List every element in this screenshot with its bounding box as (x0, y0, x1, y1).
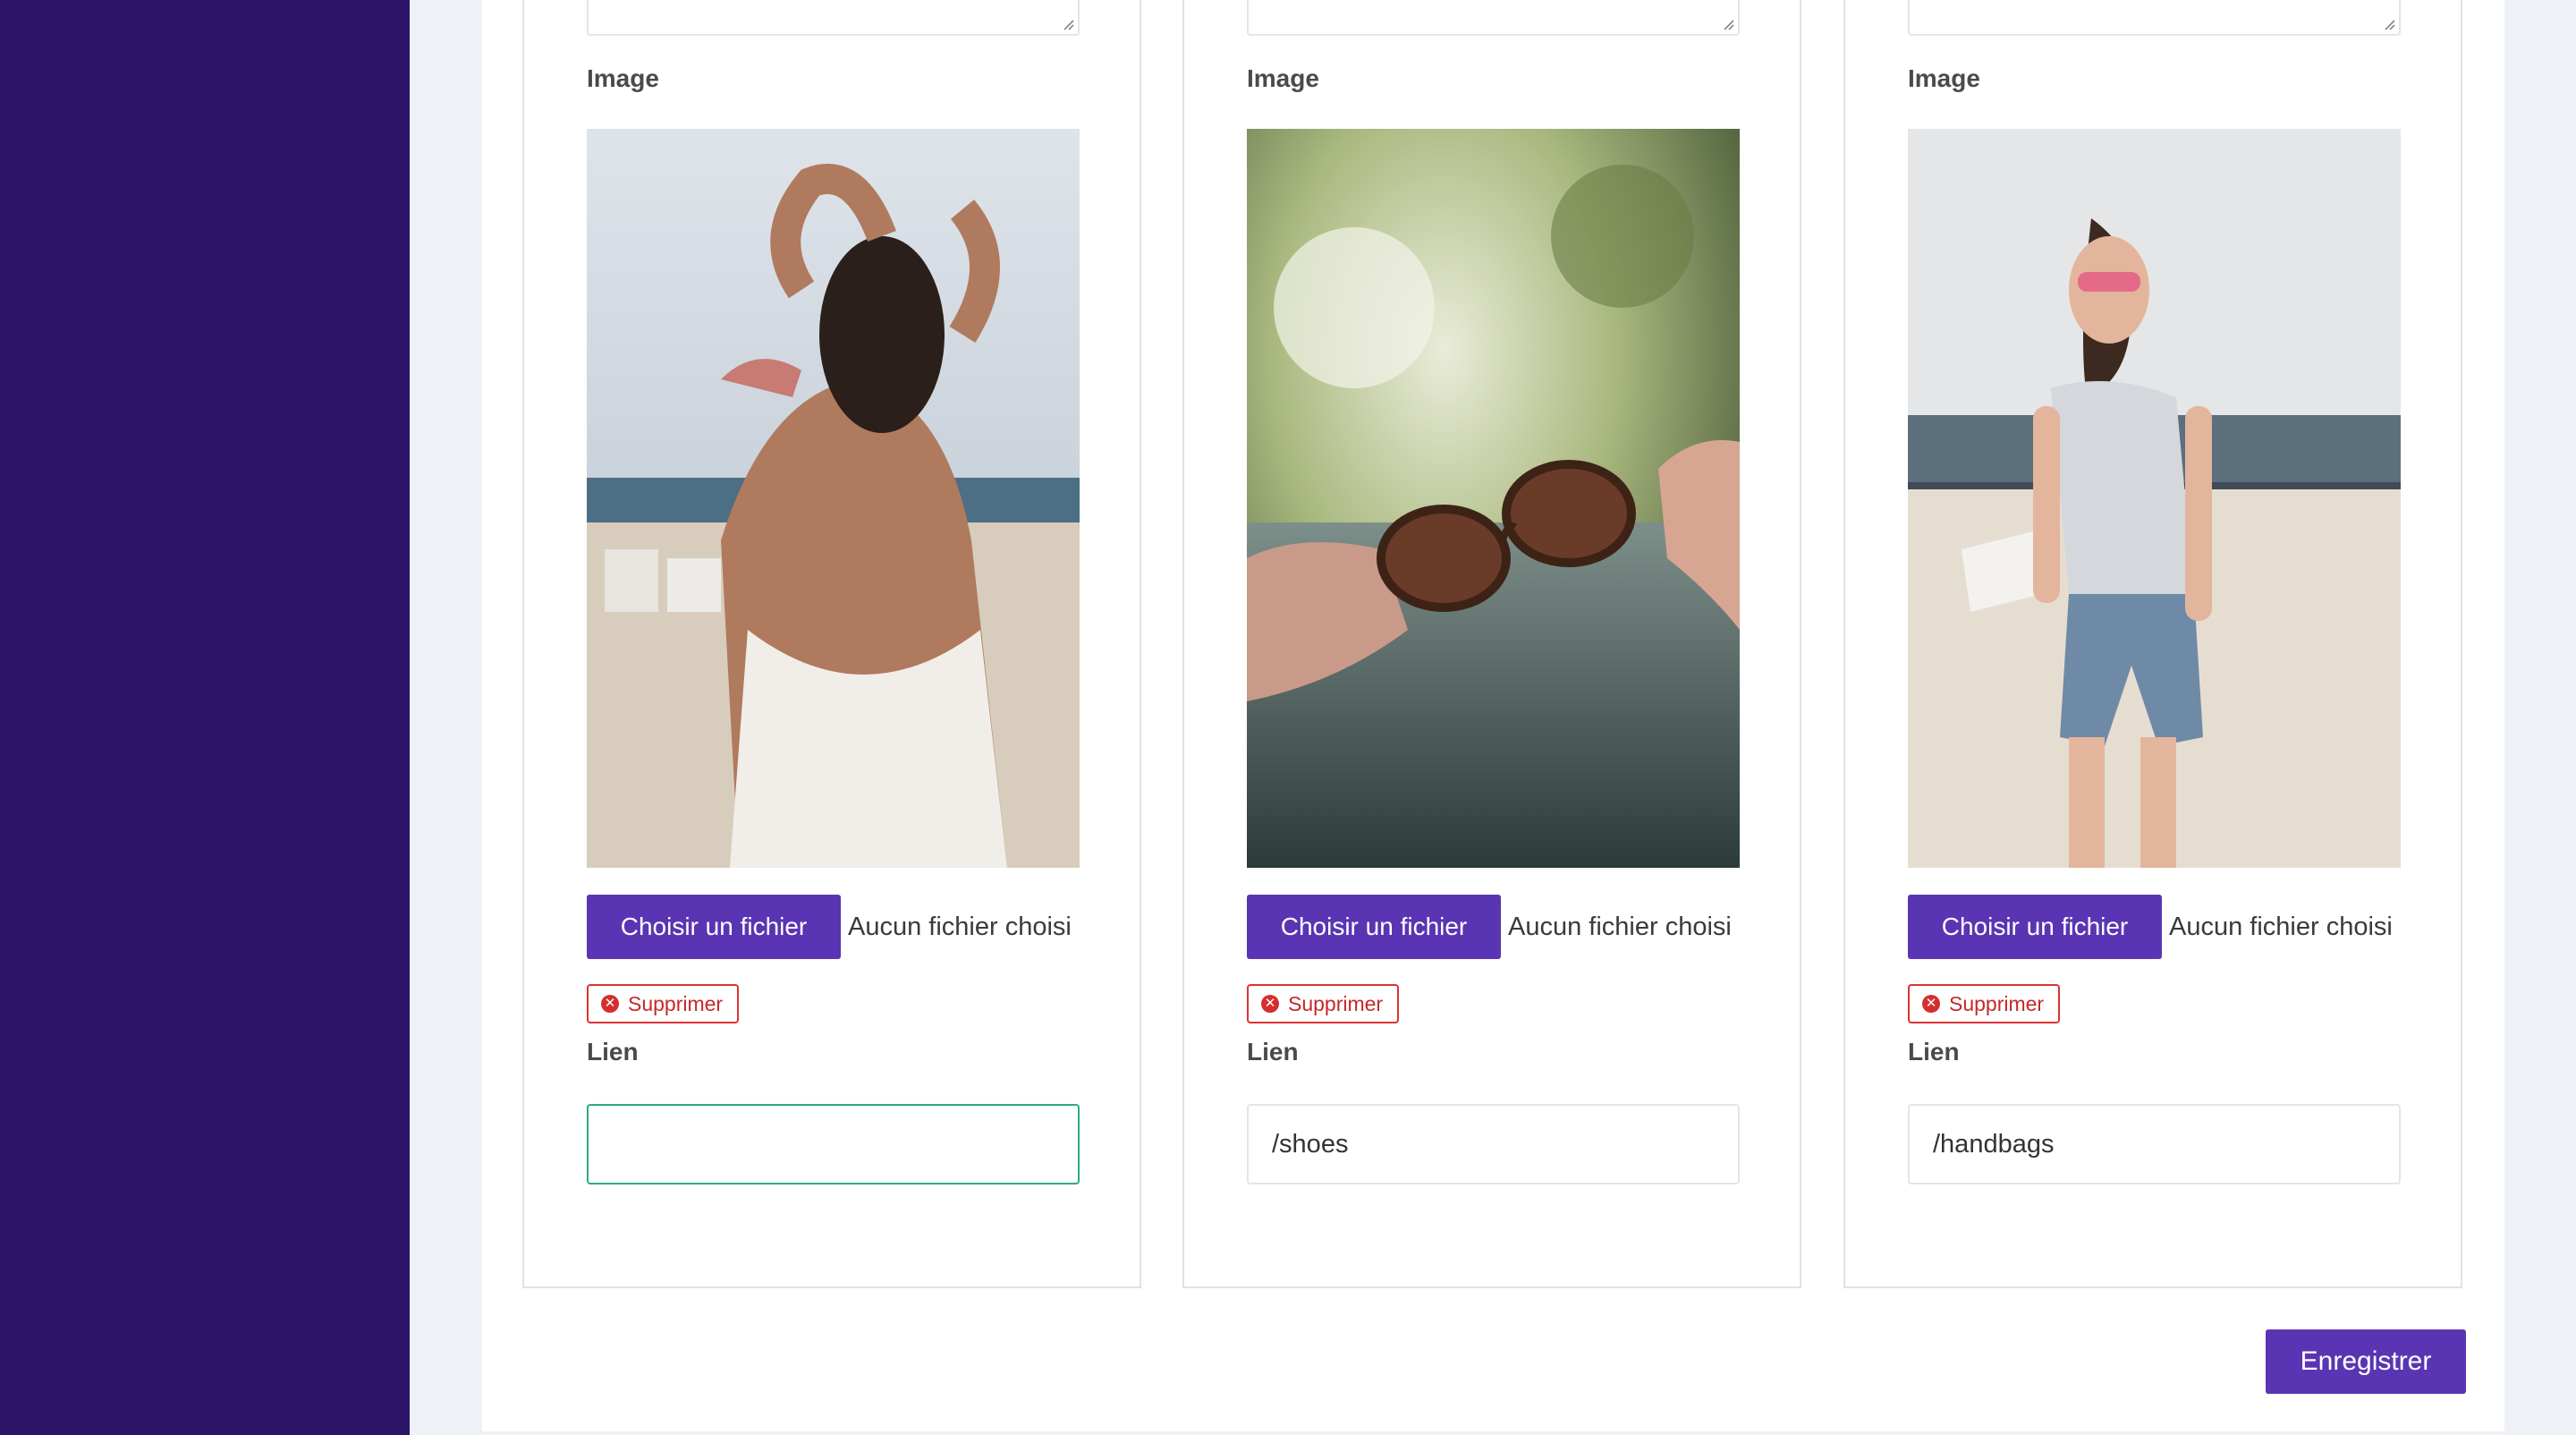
link-label: Lien (1908, 1038, 1960, 1066)
image-label: Image (1908, 64, 1980, 92)
link-input[interactable]: /handbags (1908, 1104, 2401, 1185)
delete-button[interactable]: ✕ Supprimer (1247, 984, 1400, 1023)
image-preview (587, 129, 1080, 868)
resize-grip-icon[interactable] (1722, 18, 1734, 30)
image-card-3: Image Choisir un fichier Aucun fichier c… (1843, 0, 2462, 1288)
delete-button-label: Supprimer (628, 991, 724, 1015)
link-label: Lien (587, 1038, 639, 1066)
description-textarea[interactable] (1247, 0, 1740, 36)
choose-file-button[interactable]: Choisir un fichier (1908, 895, 2162, 959)
file-picker: Choisir un fichier Aucun fichier choisi (1908, 895, 2393, 959)
close-circle-icon: ✕ (601, 995, 619, 1013)
link-input[interactable] (587, 1104, 1080, 1185)
description-textarea[interactable] (587, 0, 1080, 36)
choose-file-button[interactable]: Choisir un fichier (1247, 895, 1501, 959)
delete-button[interactable]: ✕ Supprimer (1908, 984, 2061, 1023)
image-label: Image (587, 64, 659, 92)
file-status-text: Aucun fichier choisi (2169, 912, 2393, 941)
file-picker: Choisir un fichier Aucun fichier choisi (1247, 895, 1732, 959)
image-card-1: Image Choisir un fichier Aucun fichier c… (522, 0, 1141, 1288)
image-preview (1908, 129, 2401, 868)
save-button[interactable]: Enregistrer (2266, 1329, 2466, 1394)
image-card-2: Image Choisir un fichier Aucun fichier c… (1182, 0, 1801, 1288)
photo-woman-beach (587, 129, 1080, 868)
delete-button-label: Supprimer (1949, 991, 2045, 1015)
file-picker: Choisir un fichier Aucun fichier choisi (587, 895, 1072, 959)
link-label: Lien (1247, 1038, 1299, 1066)
image-preview (1247, 129, 1740, 868)
resize-grip-icon[interactable] (2383, 18, 2395, 30)
close-circle-icon: ✕ (1922, 995, 1940, 1013)
sidebar (0, 0, 410, 1435)
close-circle-icon: ✕ (1261, 995, 1279, 1013)
description-textarea[interactable] (1908, 0, 2401, 36)
content-panel: Image Choisir un fichier Aucun fichier c… (482, 0, 2504, 1431)
image-label: Image (1247, 64, 1319, 92)
link-input[interactable]: /shoes (1247, 1104, 1740, 1185)
file-status-text: Aucun fichier choisi (1508, 912, 1732, 941)
photo-sunglasses (1247, 129, 1740, 868)
delete-button-label: Supprimer (1288, 991, 1384, 1015)
resize-grip-icon[interactable] (1062, 18, 1074, 30)
file-status-text: Aucun fichier choisi (848, 912, 1072, 941)
delete-button[interactable]: ✕ Supprimer (587, 984, 740, 1023)
choose-file-button[interactable]: Choisir un fichier (587, 895, 841, 959)
photo-woman-sunglasses (1908, 129, 2401, 868)
